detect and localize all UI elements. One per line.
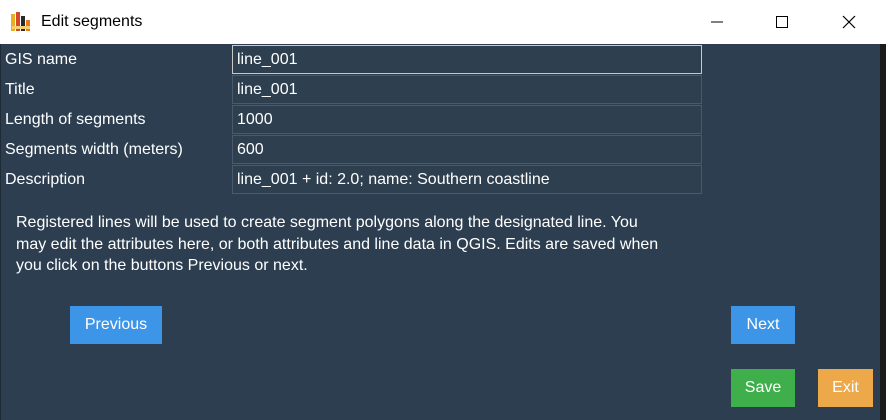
maximize-button[interactable] xyxy=(759,0,805,44)
description-label: Description xyxy=(5,171,86,188)
gis-name-label: GIS name xyxy=(5,51,78,68)
window-title: Edit segments xyxy=(41,13,143,30)
window-edge xyxy=(880,44,886,420)
info-line: you click on the buttons Previous or nex… xyxy=(16,257,308,274)
previous-button[interactable]: Previous xyxy=(70,306,162,344)
close-icon xyxy=(841,14,857,30)
info-line: may edit the attributes here, or both at… xyxy=(16,235,659,253)
length-field[interactable]: 1000 xyxy=(232,105,702,134)
width-label: Segments width (meters) xyxy=(5,141,183,158)
title-field[interactable]: line_001 xyxy=(232,75,702,104)
info-line: Registered lines will be used to create … xyxy=(16,214,638,231)
minimize-button[interactable] xyxy=(694,0,740,44)
close-button[interactable] xyxy=(826,0,872,44)
description-field[interactable]: line_001 + id: 2.0; name: Southern coast… xyxy=(232,165,702,194)
exit-button[interactable]: Exit xyxy=(818,369,873,407)
save-button[interactable]: Save xyxy=(731,369,795,407)
title-bar[interactable]: Edit segments xyxy=(0,0,886,44)
next-button[interactable]: Next xyxy=(731,306,795,344)
info-text: Registered lines will be used to create … xyxy=(16,212,716,277)
minimize-icon xyxy=(710,15,724,29)
length-label: Length of segments xyxy=(5,111,146,128)
title-label: Title xyxy=(5,81,35,98)
maximize-icon xyxy=(775,15,789,29)
width-field[interactable]: 600 xyxy=(232,135,702,164)
qgis-app-icon xyxy=(10,11,32,33)
gis-name-field[interactable]: line_001 xyxy=(232,45,702,74)
